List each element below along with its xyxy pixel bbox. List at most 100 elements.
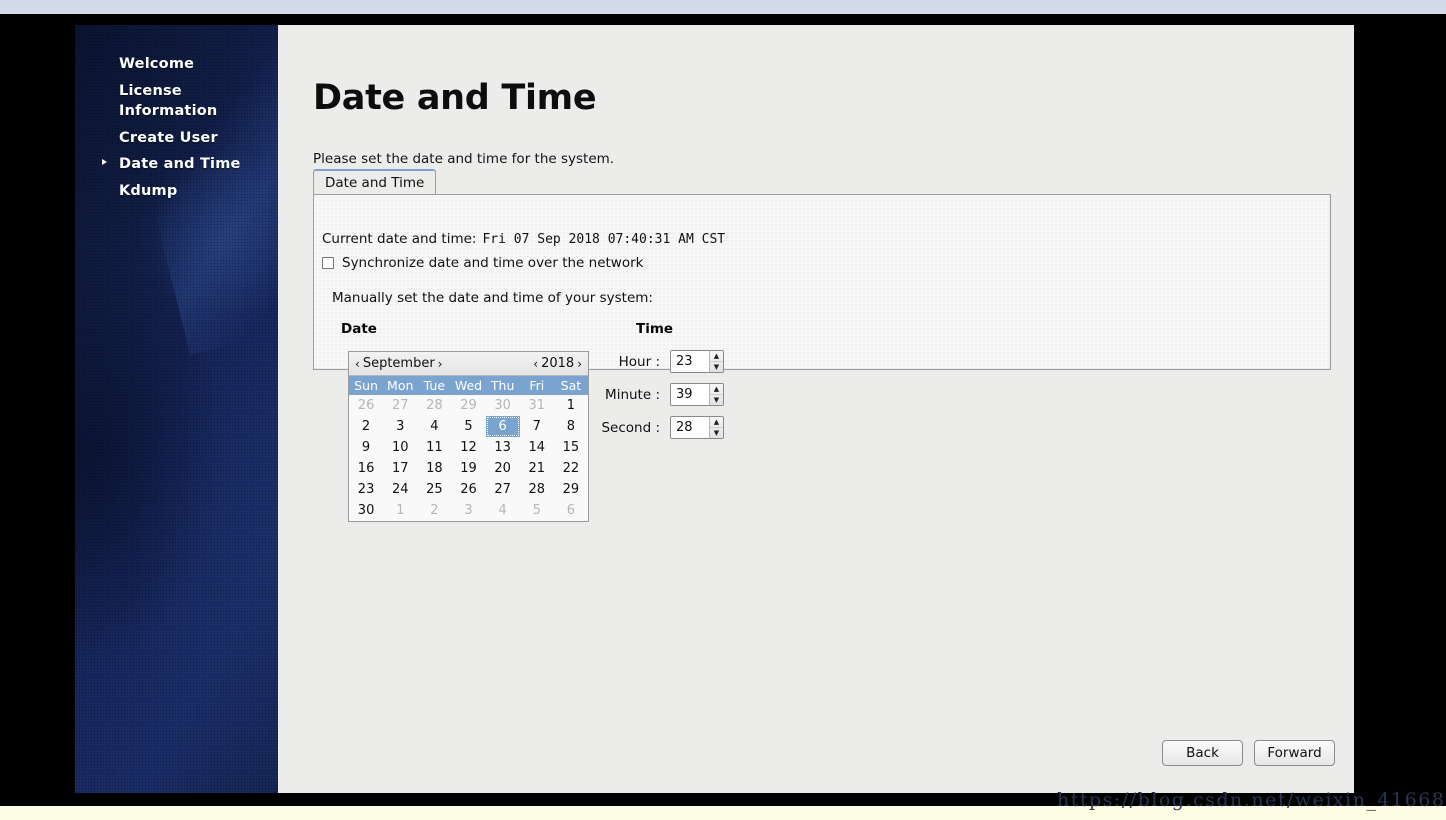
calendar-day[interactable]: 2 [349, 416, 383, 437]
calendar-week-row: 16 17 18 19 20 21 22 [349, 458, 588, 479]
hour-stepper[interactable]: 23 ▲ ▼ [670, 350, 724, 373]
calendar-day[interactable]: 30 [486, 395, 520, 416]
second-increment-icon[interactable]: ▲ [710, 417, 723, 428]
calendar-week-row: 26 27 28 29 30 31 1 [349, 395, 588, 416]
calendar-day[interactable]: 19 [451, 458, 485, 479]
calendar-day[interactable]: 1 [383, 500, 417, 521]
calendar-day[interactable]: 23 [349, 479, 383, 500]
calendar-day[interactable]: 10 [383, 437, 417, 458]
second-stepper[interactable]: 28 ▲ ▼ [670, 416, 724, 439]
sidebar-item-date-and-time[interactable]: Date and Time [75, 151, 278, 178]
sidebar-item-label: License Information [119, 82, 218, 120]
calendar-day[interactable]: 16 [349, 458, 383, 479]
second-decrement-icon[interactable]: ▼ [710, 428, 723, 438]
current-datetime-label: Current date and time: [322, 231, 477, 247]
calendar-day[interactable]: 21 [520, 458, 554, 479]
calendar-day[interactable]: 28 [520, 479, 554, 500]
calendar-day[interactable]: 27 [486, 479, 520, 500]
calendar-day[interactable]: 4 [417, 416, 451, 437]
calendar-year-label: 2018 [541, 356, 575, 371]
sidebar-item-kdump[interactable]: Kdump [75, 178, 278, 205]
sidebar-nav: Welcome License Information Create User Dat… [75, 25, 278, 204]
installer-window: Welcome License Information Create User Dat… [75, 25, 1354, 793]
minute-spin-buttons: ▲ ▼ [709, 384, 723, 405]
hour-decrement-icon[interactable]: ▼ [710, 362, 723, 372]
calendar-day[interactable]: 11 [417, 437, 451, 458]
sidebar-item-label: Create User [119, 129, 218, 146]
calendar-day[interactable]: 17 [383, 458, 417, 479]
calendar-day[interactable]: 20 [486, 458, 520, 479]
calendar-day[interactable]: 31 [520, 395, 554, 416]
hour-input[interactable]: 23 [671, 351, 709, 372]
minute-decrement-icon[interactable]: ▼ [710, 395, 723, 405]
back-button[interactable]: Back [1162, 740, 1243, 766]
hour-increment-icon[interactable]: ▲ [710, 351, 723, 362]
date-section-heading: Date [341, 321, 377, 337]
calendar-day-selected[interactable]: 6 [485, 416, 520, 437]
calendar-day[interactable]: 2 [417, 500, 451, 521]
minute-label: Minute : [605, 386, 660, 403]
calendar-weekday: Fri [519, 376, 554, 395]
calendar-day[interactable]: 29 [451, 395, 485, 416]
second-label: Second : [601, 419, 660, 436]
forward-button[interactable]: Forward [1254, 740, 1335, 766]
calendar-year-nav: ‹ 2018 › [533, 356, 582, 371]
calendar-day[interactable]: 3 [451, 500, 485, 521]
calendar-week-row: 23 24 25 26 27 28 29 [349, 479, 588, 500]
hour-row: Hour : 23 ▲ ▼ [582, 350, 724, 373]
calendar-day[interactable]: 12 [451, 437, 485, 458]
minute-stepper[interactable]: 39 ▲ ▼ [670, 383, 724, 406]
calendar-day[interactable]: 9 [349, 437, 383, 458]
calendar-day[interactable]: 26 [349, 395, 383, 416]
main-content: Date and Time Please set the date and ti… [278, 25, 1354, 793]
sync-network-row[interactable]: Synchronize date and time over the netwo… [322, 255, 643, 271]
calendar-day[interactable]: 27 [383, 395, 417, 416]
sidebar: Welcome License Information Create User Dat… [75, 25, 278, 793]
calendar-day[interactable]: 3 [383, 416, 417, 437]
sync-network-checkbox[interactable] [322, 257, 334, 269]
time-section-heading: Time [636, 321, 674, 337]
calendar-day[interactable]: 5 [520, 500, 554, 521]
prev-year-icon[interactable]: ‹ [533, 357, 538, 371]
date-time-panel: Current date and time: Fri 07 Sep 2018 07… [313, 194, 1331, 522]
hour-spin-buttons: ▲ ▼ [709, 351, 723, 372]
sidebar-item-create-user[interactable]: Create User [75, 125, 278, 152]
time-spinners: Hour :23 ▲ ▼ Minute :39 ▲ ▼ Second :28 ▲ ▼ [582, 350, 724, 449]
calendar-grid: Sun Mon Tue Wed Thu Fri Sat 26 27 28 29 30 31 1 2 3 4 5 6… [349, 376, 588, 521]
minute-increment-icon[interactable]: ▲ [710, 384, 723, 395]
second-spin-buttons: ▲ ▼ [709, 417, 723, 438]
calendar-day[interactable]: 13 [486, 437, 520, 458]
second-input[interactable]: 28 [671, 417, 709, 438]
calendar-day[interactable]: 5 [451, 416, 485, 437]
calendar-day[interactable]: 26 [451, 479, 485, 500]
next-month-icon[interactable]: › [438, 357, 443, 371]
calendar-day[interactable]: 14 [520, 437, 554, 458]
calendar-day[interactable]: 25 [417, 479, 451, 500]
minute-input[interactable]: 39 [671, 384, 709, 405]
footer-buttons: Back Forward [1162, 740, 1335, 766]
calendar-day[interactable]: 4 [486, 500, 520, 521]
minute-row: Minute : 39 ▲ ▼ [582, 383, 724, 406]
calendar-day[interactable]: 22 [554, 458, 588, 479]
current-datetime-row: Current date and time: Fri 07 Sep 2018 07… [322, 231, 725, 247]
sidebar-active-arrow-icon [102, 159, 107, 166]
calendar-weekday: Sun [349, 376, 384, 395]
calendar-day[interactable]: 18 [417, 458, 451, 479]
calendar-day[interactable]: 24 [383, 479, 417, 500]
calendar-day[interactable]: 29 [554, 479, 588, 500]
page-subtitle: Please set the date and time for the sys… [313, 151, 615, 167]
calendar-day[interactable]: 7 [520, 416, 554, 437]
tab-date-and-time[interactable]: Date and Time [313, 169, 437, 194]
sidebar-item-welcome[interactable]: Welcome [75, 51, 278, 78]
calendar-week-row: 30 1 2 3 4 5 6 [349, 500, 588, 521]
sync-network-label: Synchronize date and time over the netwo… [342, 255, 644, 271]
sidebar-item-label: Welcome [119, 56, 195, 72]
calendar-day[interactable]: 30 [349, 500, 383, 521]
calendar-day[interactable]: 28 [417, 395, 451, 416]
calendar-widget[interactable]: ‹ September › ‹ 2018 › Sun Mon Tue Wed Thu Fr… [348, 351, 589, 522]
calendar-week-row: 9 10 11 12 13 14 15 [349, 437, 588, 458]
prev-month-icon[interactable]: ‹ [355, 357, 360, 371]
calendar-day[interactable]: 6 [554, 500, 588, 521]
sidebar-item-license-information[interactable]: License Information [75, 78, 278, 125]
manual-set-label: Manually set the date and time of your s… [332, 290, 653, 306]
